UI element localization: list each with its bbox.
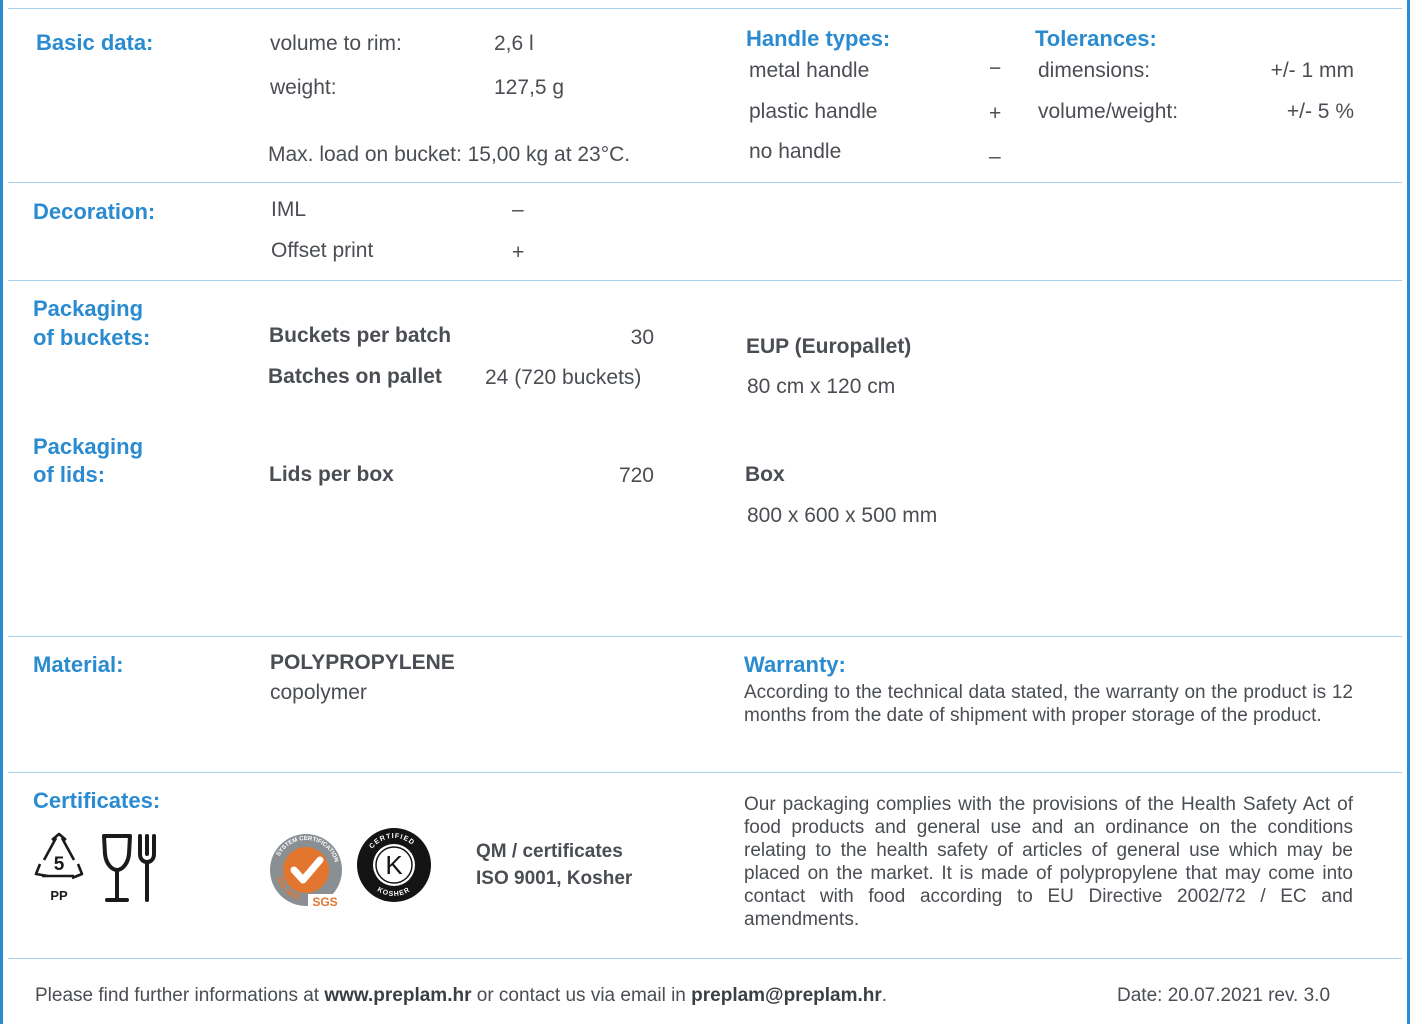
batches-on-pallet-value: 24 (720 buckets) — [485, 366, 642, 389]
lids-per-box-value: 720 — [618, 464, 654, 487]
decoration-offset-mark: + — [512, 241, 525, 264]
basic-data-heading: Basic data: — [36, 30, 154, 55]
food-safe-icon — [102, 834, 156, 902]
batches-on-pallet-label: Batches on pallet — [268, 365, 442, 388]
max-load: Max. load on bucket: 15,00 kg at 23°C. — [268, 143, 631, 166]
warranty-heading: Warranty: — [744, 652, 846, 677]
website-link[interactable]: www.preplam.hr — [324, 985, 471, 1006]
decoration-heading: Decoration: — [33, 199, 156, 224]
email-link[interactable]: preplam@preplam.hr — [691, 985, 882, 1006]
volume-label: volume to rim: — [270, 32, 402, 55]
decoration-offset-label: Offset print — [271, 239, 374, 262]
divider — [8, 182, 1402, 183]
packaging-lids-heading-line1: Packaging — [33, 434, 144, 459]
divider — [8, 772, 1402, 773]
packaging-buckets-heading-line1: Packaging — [33, 296, 144, 321]
compliance-text: Our packaging complies with the provisio… — [744, 794, 1353, 930]
material-type: copolymer — [270, 681, 367, 704]
handle-types-heading: Handle types: — [746, 26, 891, 51]
divider — [8, 636, 1402, 637]
recycle-code: PP — [50, 888, 68, 903]
divider — [8, 280, 1402, 281]
material-heading: Material: — [33, 652, 124, 677]
footer-prefix: Please find further informations at — [35, 985, 325, 1006]
recycle-pp-icon: 5 PP — [34, 832, 84, 903]
box-title: Box — [745, 463, 785, 486]
qm-line1: QM / certificates — [476, 841, 623, 862]
decoration-iml-mark: – — [512, 198, 524, 221]
weight-value: 127,5 g — [494, 76, 565, 99]
divider — [8, 8, 1402, 9]
pallet-size: 80 cm x 120 cm — [747, 375, 896, 398]
page-border-left — [0, 0, 3, 1024]
tolerance-volume-value: +/- 5 % — [1286, 100, 1354, 123]
buckets-per-batch-value: 30 — [630, 326, 654, 349]
footer-suffix: . — [881, 985, 888, 1006]
handle-metal-mark: − — [989, 57, 1002, 80]
qm-line2: ISO 9001, Kosher — [476, 868, 633, 889]
divider — [8, 958, 1402, 959]
lids-per-box-label: Lids per box — [269, 463, 394, 486]
kosher-certified-icon: K CERTIFIED KOSHER — [357, 828, 431, 902]
warranty-text: According to the technical data stated, … — [744, 682, 1353, 726]
weight-label: weight: — [270, 76, 337, 99]
tolerance-dimensions-label: dimensions: — [1038, 59, 1151, 82]
material-name: POLYPROPYLENE — [270, 651, 455, 674]
packaging-buckets-heading-line2: of buckets: — [33, 325, 151, 350]
kosher-letter: K — [385, 850, 403, 880]
buckets-per-batch-label: Buckets per batch — [269, 324, 452, 347]
sgs-certification-icon: SYSTEM CERTIFICATION ISO 9001 SGS — [270, 834, 342, 909]
tolerances-heading: Tolerances: — [1035, 26, 1157, 51]
tolerance-volume-label: volume/weight: — [1038, 100, 1179, 123]
handle-metal-label: metal handle — [749, 59, 870, 82]
footer-middle: or contact us via email in — [471, 985, 692, 1006]
volume-value: 2,6 l — [494, 32, 534, 55]
packaging-lids-heading-line2: of lids: — [33, 462, 106, 487]
tolerance-dimensions-value: +/- 1 mm — [1270, 59, 1354, 82]
footer-date: Date: 20.07.2021 rev. 3.0 — [1117, 985, 1331, 1006]
recycle-number: 5 — [54, 854, 65, 875]
handle-none-mark: – — [989, 145, 1001, 168]
certificates-heading: Certificates: — [33, 788, 161, 813]
pallet-title: EUP (Europallet) — [746, 335, 912, 358]
decoration-iml-label: IML — [271, 198, 307, 221]
handle-plastic-label: plastic handle — [749, 100, 878, 123]
footer-contact: Please find further informations at www.… — [35, 985, 887, 1007]
handle-plastic-mark: + — [989, 102, 1002, 125]
sgs-brand: SGS — [312, 895, 337, 909]
box-size: 800 x 600 x 500 mm — [747, 504, 938, 527]
handle-none-label: no handle — [749, 140, 842, 163]
